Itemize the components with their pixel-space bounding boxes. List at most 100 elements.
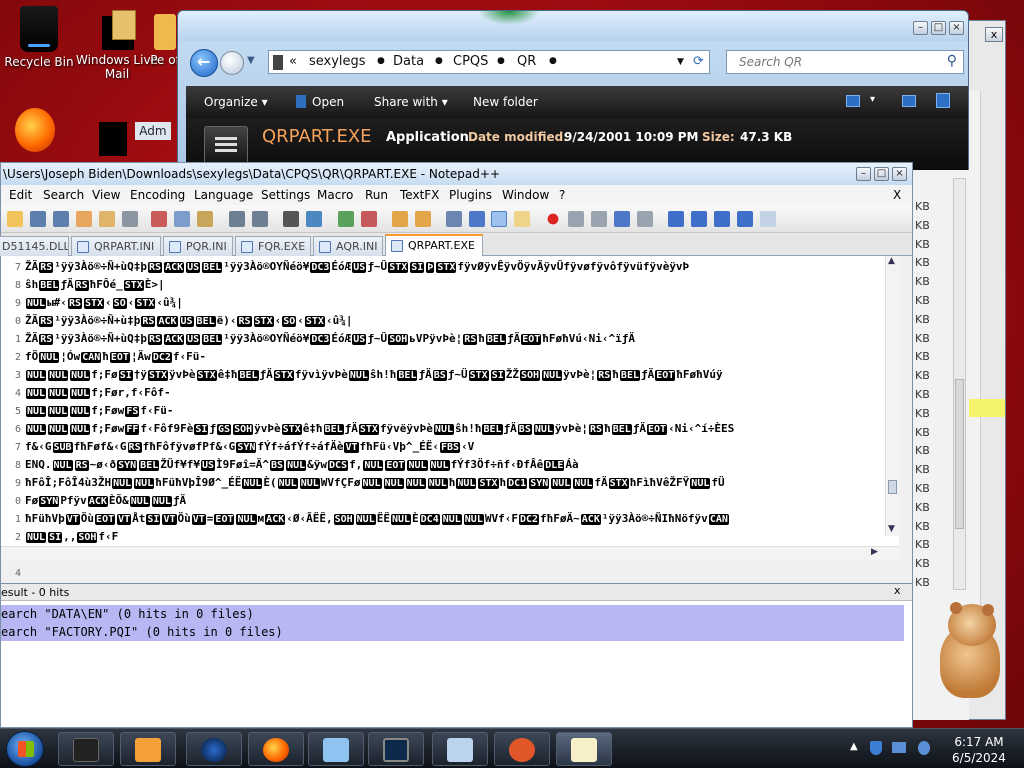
find-icon[interactable] [283, 211, 299, 227]
help-icon[interactable] [936, 93, 950, 108]
editor-vertical-scrollbar[interactable]: ▲ ▼ [885, 256, 899, 536]
zoom-in-icon[interactable] [338, 211, 354, 227]
copy-icon[interactable] [174, 211, 190, 227]
scroll-right-arrow-icon[interactable]: ▶ [871, 547, 878, 557]
taskbar-notepad[interactable] [308, 732, 364, 766]
explorer-close-button[interactable]: × [949, 21, 964, 35]
search-result-item[interactable]: earch "DATA\EN" (0 hits in 0 files) [1, 605, 904, 623]
taskbar-globe[interactable] [186, 732, 242, 766]
text-editor[interactable]: 7 ŽÄ RS ¹ÿÿ3Àö®÷Ñ+ùQ‡þ RS ACK US BEL ¹ÿÿ3Àö®OYÑé… [1, 256, 899, 597]
npp-maximize-button[interactable]: □ [874, 167, 889, 181]
code-line[interactable] [25, 566, 885, 584]
code-line[interactable]: ŽÄ RS ¹ÿÿ3Àö®÷Ñ+ù‡þ RS ACK US BEL ë)‹ RS STX ‹ SO ‹ S… [25, 314, 885, 332]
menu-language[interactable]: Language [194, 188, 253, 202]
search-result-item[interactable]: earch "FACTORY.PQI" (0 hits in 0 files) [1, 623, 904, 641]
code-line[interactable]: NUL NUL NUL f;Føw FS f‹Fü- [25, 404, 885, 422]
view-dropdown-icon[interactable]: ▾ [870, 94, 875, 105]
code-line[interactable]: ŽÄ RS ¹ÿÿ3Àö®÷Ñ+ùQ‡þ RS ACK US BEL ¹ÿÿ3Àö®OYÑéö… [25, 332, 885, 350]
print-icon[interactable] [122, 211, 138, 227]
partial-desktop-icon[interactable]: Pe of [150, 14, 180, 67]
code-line[interactable]: ħFüħVþ VT Öù EOT VT Åt SI VT Öù VT = EOT NUL м ACK ‹Ø‹Ã… [25, 512, 885, 530]
explorer-scroll-thumb[interactable] [955, 379, 964, 529]
move-up-icon[interactable] [691, 211, 707, 227]
sync-h-icon[interactable] [415, 211, 431, 227]
open-file-icon[interactable] [7, 211, 23, 227]
sync-v-icon[interactable] [392, 211, 408, 227]
replace-icon[interactable] [306, 211, 322, 227]
scroll-down-arrow-icon[interactable]: ▼ [888, 524, 895, 534]
taskbar-app-1[interactable] [58, 732, 114, 766]
address-dropdown-icon[interactable]: ▼ [677, 57, 684, 67]
npp-close-button[interactable]: × [892, 167, 907, 181]
undo-icon[interactable] [229, 211, 245, 227]
taskbar-firefox[interactable] [248, 732, 304, 766]
windows-live-mail-icon[interactable]: Windows Live Mail [76, 10, 158, 81]
save-macro-icon[interactable] [637, 211, 653, 227]
record-macro-icon[interactable] [545, 211, 561, 227]
move-bottom-icon[interactable] [737, 211, 753, 227]
menu-encoding[interactable]: Encoding [130, 188, 185, 202]
hamster-gadget-icon[interactable] [928, 602, 1008, 706]
code-line[interactable]: Fø SYN Pfÿv ACK ÈÕ& NUL NUL ƒÄ [25, 494, 885, 512]
tab-d51145-dll[interactable]: D51145.DLL [0, 236, 69, 256]
taskbar-control-panel[interactable] [432, 732, 488, 766]
code-line[interactable]: NUL NUL NUL f;Føw FF f‹Fôf9Fè SI ƒ GS SOH ÿvÞè STX ê… [25, 422, 885, 440]
open-button[interactable]: Open [296, 95, 344, 109]
preview-pane-icon[interactable] [902, 95, 916, 107]
code-line[interactable]: ħFôÎ;FôÎ4ù3ŽH NUL NUL ħFüħVþÎ9Ø^_ÉË NUL È(NUL… [25, 476, 885, 494]
code-line[interactable]: NUL NUL NUL f;Før,f‹Fôf- [25, 386, 885, 404]
code-line[interactable]: NUL NUL NUL f;Fø SI †ÿ STX ÿvÞè STX ê‡ħ BEL ƒÄ STX fÿ… [25, 368, 885, 386]
show-hidden-icons-icon[interactable]: ▲ [850, 741, 858, 752]
code-line[interactable]: NUL ы#‹ RS STX ‹ SO ‹ STX ‹û¾| [25, 296, 885, 314]
tab-aqr-ini[interactable]: AQR.INI [313, 236, 383, 256]
taskbar-app-8[interactable] [494, 732, 550, 766]
network-icon[interactable] [892, 742, 906, 753]
tab-qrpart-ini[interactable]: QRPART.INI [71, 236, 161, 256]
editor-horizontal-scrollbar[interactable]: ▶ [1, 546, 899, 560]
redo-icon[interactable] [252, 211, 268, 227]
start-button[interactable] [6, 731, 44, 767]
explorer-window[interactable]: – □ × ← ▼ « sexylegs ● Data ● CPQS ● QR … [177, 10, 969, 170]
tab-qrpart-exe[interactable]: QRPART.EXE [385, 234, 483, 256]
organize-button[interactable]: Organize ▾ [204, 95, 268, 109]
code-line[interactable]: ŝh BEL ƒÄ RS ħFÔé_ STX È>| [25, 278, 885, 296]
tab-pqr-ini[interactable]: PQR.INI [163, 236, 233, 256]
background-window-scrollbar[interactable] [969, 91, 981, 611]
taskbar-notepadpp[interactable] [556, 732, 612, 766]
menu-textfx[interactable]: TextFX [400, 188, 439, 202]
show-all-chars-icon[interactable] [469, 211, 485, 227]
menu-help[interactable]: ? [559, 188, 565, 202]
stop-macro-icon[interactable] [568, 211, 584, 227]
close-all-icon[interactable] [99, 211, 115, 227]
address-segment-cpqs[interactable]: CPQS [453, 54, 488, 69]
cut-icon[interactable] [151, 211, 167, 227]
menu-settings[interactable]: Settings [261, 188, 310, 202]
refresh-icon[interactable]: ⟳ [693, 54, 704, 69]
explorer-minimize-button[interactable]: – [913, 21, 928, 35]
share-with-button[interactable]: Share with ▾ [374, 95, 448, 109]
recycle-bin-icon[interactable]: Recycle Bin [0, 6, 78, 69]
background-window-close-button[interactable]: x [985, 27, 1003, 42]
save-all-icon[interactable] [53, 211, 69, 227]
doc-map-icon[interactable] [514, 211, 530, 227]
forward-button[interactable] [220, 51, 244, 75]
address-segment-sexylegs[interactable]: sexylegs [309, 54, 366, 69]
menu-view[interactable]: View [92, 188, 120, 202]
indent-guide-icon[interactable] [491, 211, 507, 227]
taskbar-monitor[interactable] [368, 732, 424, 766]
run-multiple-macro-icon[interactable] [614, 211, 630, 227]
firefox-desktop-icon[interactable] [8, 108, 62, 155]
paste-icon[interactable] [197, 211, 213, 227]
menu-window[interactable]: Window [502, 188, 549, 202]
menu-run[interactable]: Run [365, 188, 388, 202]
menu-macro[interactable]: Macro [317, 188, 353, 202]
word-wrap-icon[interactable] [446, 211, 462, 227]
explorer-vertical-scrollbar[interactable] [953, 178, 966, 590]
back-button[interactable]: ← [190, 49, 218, 77]
search-results-panel[interactable]: esult - 0 hits x earch "DATA\EN" (0 hits… [0, 583, 913, 728]
menu-plugins[interactable]: Plugins [449, 188, 492, 202]
move-down-icon[interactable] [714, 211, 730, 227]
code-line[interactable]: ENQ. NUL RS ~ø‹ð SYN BEL ŽÜf¥f¥ US Ì9Føî=Ä^ BS NUL… [25, 458, 885, 476]
save-icon[interactable] [30, 211, 46, 227]
code-line[interactable]: ŽÄ RS ¹ÿÿ3Àö®÷Ñ+ùQ‡þ RS ACK US BEL ¹ÿÿ3Àö®OYÑéö… [25, 260, 885, 278]
